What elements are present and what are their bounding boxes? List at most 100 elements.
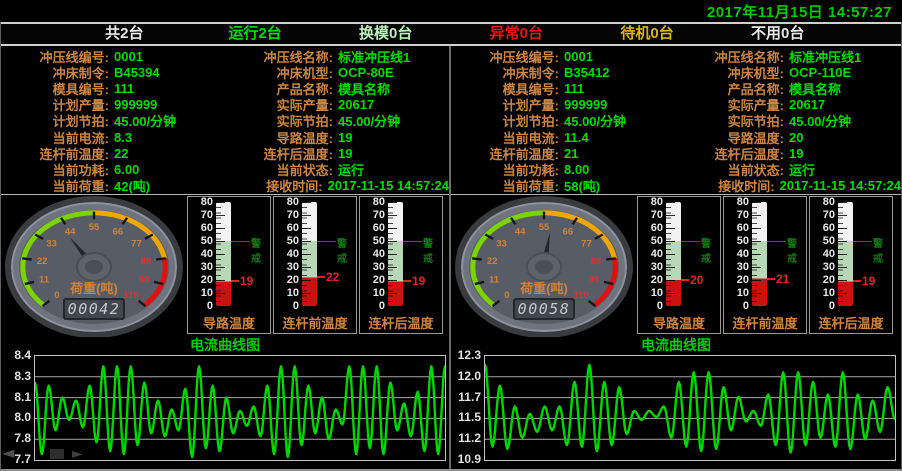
thermo-scale-label: 30 — [724, 261, 749, 273]
gauge-tick-label: 11 — [489, 274, 500, 285]
info-row: 冲床机型:OCP-110E — [676, 64, 901, 80]
gauge-tick-label: 11 — [39, 274, 50, 285]
gauge-tick-label: 55 — [89, 222, 100, 233]
warn-threshold-label: 警戒 — [423, 235, 442, 265]
thermo-ticks — [666, 202, 675, 306]
thermo-scale-label: 70 — [188, 209, 213, 221]
info-value: 标准冲压线1 — [789, 47, 861, 66]
gauge-row: 0112233445566778899110荷重(吨)00058 8070605… — [451, 195, 901, 337]
info-row: 产品名称:模具名称 — [676, 80, 901, 96]
info-column-right: 冲压线名称:标准冲压线1冲床机型:OCP-80E产品名称:模具名称实际产量:20… — [225, 48, 449, 194]
info-row: 连杆前温度:21 — [451, 145, 676, 161]
y-axis-tick-label: 7.7 — [3, 452, 31, 466]
thermo-ticks — [388, 202, 397, 306]
gauge-tick-label: 88 — [141, 256, 152, 267]
chart-plot-area — [34, 355, 446, 461]
info-value: 45.00/分钟 — [114, 111, 176, 130]
gauge-tick-label: 77 — [131, 239, 142, 250]
status-item-0: 共2台 — [59, 24, 190, 44]
thermo-value-marker — [853, 280, 861, 282]
thermo-value-marker — [681, 279, 689, 281]
thermo-scale-label: 0 — [274, 300, 299, 312]
thermo-scale-label: 70 — [638, 209, 663, 221]
thermo-scale-label: 60 — [188, 222, 213, 234]
info-label: 当前荷重: — [1, 176, 109, 195]
info-column-right: 冲压线名称:标准冲压线1冲床机型:OCP-110E产品名称:模具名称实际产量:2… — [676, 48, 901, 194]
y-axis-tick-label: 11.2 — [453, 431, 481, 445]
thermo-scale-label: 30 — [188, 261, 213, 273]
warn-threshold-line — [231, 241, 250, 242]
info-value: 8.00 — [564, 162, 589, 177]
info-value: 42(吨) — [114, 176, 150, 195]
status-item-3: 异常0台 — [451, 24, 582, 44]
thermo-label: 连杆后温度 — [360, 313, 442, 332]
info-value: B35412 — [564, 65, 610, 80]
info-value: B45394 — [114, 65, 160, 80]
gauge-tick-label: 77 — [581, 239, 592, 250]
gauge-tick — [156, 258, 166, 259]
info-row: 模具编号:111 — [1, 80, 225, 96]
thermo-scale-label: 0 — [724, 300, 749, 312]
thermo-scale-label: 0 — [188, 300, 213, 312]
machine-panel-2: 冲压线编号:0001冲床制令:B35412模具编号:111计划产量:999999… — [451, 46, 901, 469]
gauge-tick-label: 99 — [589, 274, 600, 285]
info-row: 当前功耗:6.00 — [1, 161, 225, 177]
thermo-scale-label: 30 — [810, 261, 835, 273]
info-value: 20 — [789, 130, 803, 145]
thermo-scale-label: 70 — [724, 209, 749, 221]
info-value: 19 — [789, 146, 803, 161]
gauge-unit-label: 荷重(吨) — [69, 281, 118, 296]
thermometer: 80706050403020100警戒19导路温度 — [187, 196, 271, 334]
thermo-scale-label: 20 — [810, 274, 835, 286]
warn-threshold-label: 警戒 — [787, 235, 806, 265]
info-row: 冲床机型:OCP-80E — [225, 64, 449, 80]
thermo-scale-label: 60 — [810, 222, 835, 234]
y-axis-tick-label: 8.4 — [3, 348, 31, 362]
thermo-scale-label: 80 — [360, 196, 385, 208]
thermo-label: 连杆后温度 — [810, 313, 892, 332]
info-value: 标准冲压线1 — [338, 47, 410, 66]
thermo-scale-label: 40 — [810, 248, 835, 260]
thermo-value-marker — [231, 280, 239, 282]
info-value: 45.00/分钟 — [338, 111, 400, 130]
thermo-value-marker — [317, 276, 325, 278]
thermo-scale-label: 60 — [274, 222, 299, 234]
info-value: 8.3 — [114, 130, 132, 145]
info-row: 实际节拍:45.00/分钟 — [225, 113, 449, 129]
thermo-scale-label: 0 — [360, 300, 385, 312]
info-value: 22 — [114, 146, 128, 161]
thermo-value: 19 — [412, 275, 425, 287]
info-value: 运行 — [789, 160, 815, 179]
thermo-label: 导路温度 — [188, 313, 270, 332]
info-row: 产品名称:模具名称 — [225, 80, 449, 96]
thermo-scale-label: 50 — [724, 235, 749, 247]
chart-title: 电流曲线图 — [1, 337, 449, 353]
info-row: 导路温度:19 — [225, 129, 449, 145]
info-row: 导路温度:20 — [676, 129, 901, 145]
info-value: 111 — [564, 81, 584, 96]
gauge-unit-label: 荷重(吨) — [519, 281, 568, 296]
info-value: 运行 — [338, 160, 364, 179]
gauge-tick-label: 55 — [539, 222, 550, 233]
thermo-scale-label: 0 — [638, 300, 663, 312]
info-value: 模具名称 — [338, 79, 390, 98]
thermo-scale-label: 70 — [274, 209, 299, 221]
status-item-4: 待机0台 — [582, 24, 713, 44]
info-value: OCP-110E — [789, 65, 851, 80]
gauge-tick-label: 88 — [591, 256, 602, 267]
gauge-hub-center — [535, 260, 553, 274]
thermo-value: 21 — [776, 273, 789, 285]
status-bar: 共2台运行2台换模0台异常0台待机0台不用0台 — [1, 22, 901, 46]
gauge-tick — [472, 258, 482, 259]
gauge-readout-value: 00042 — [68, 300, 121, 318]
info-row: 冲压线名称:标准冲压线1 — [225, 48, 449, 64]
warn-threshold-line — [767, 241, 786, 242]
thermo-scale-label: 40 — [360, 248, 385, 260]
info-row: 连杆后温度:19 — [676, 145, 901, 161]
thermo-scale-label: 0 — [810, 300, 835, 312]
y-axis-tick-label: 8.1 — [3, 390, 31, 404]
gauge-row: 0112233445566778899110荷重(吨)00042 8070605… — [1, 195, 449, 337]
y-axis-tick-label: 11.7 — [453, 390, 481, 404]
info-value: 999999 — [114, 97, 157, 112]
current-chart: 8.48.38.18.07.87.7 — [1, 353, 449, 469]
